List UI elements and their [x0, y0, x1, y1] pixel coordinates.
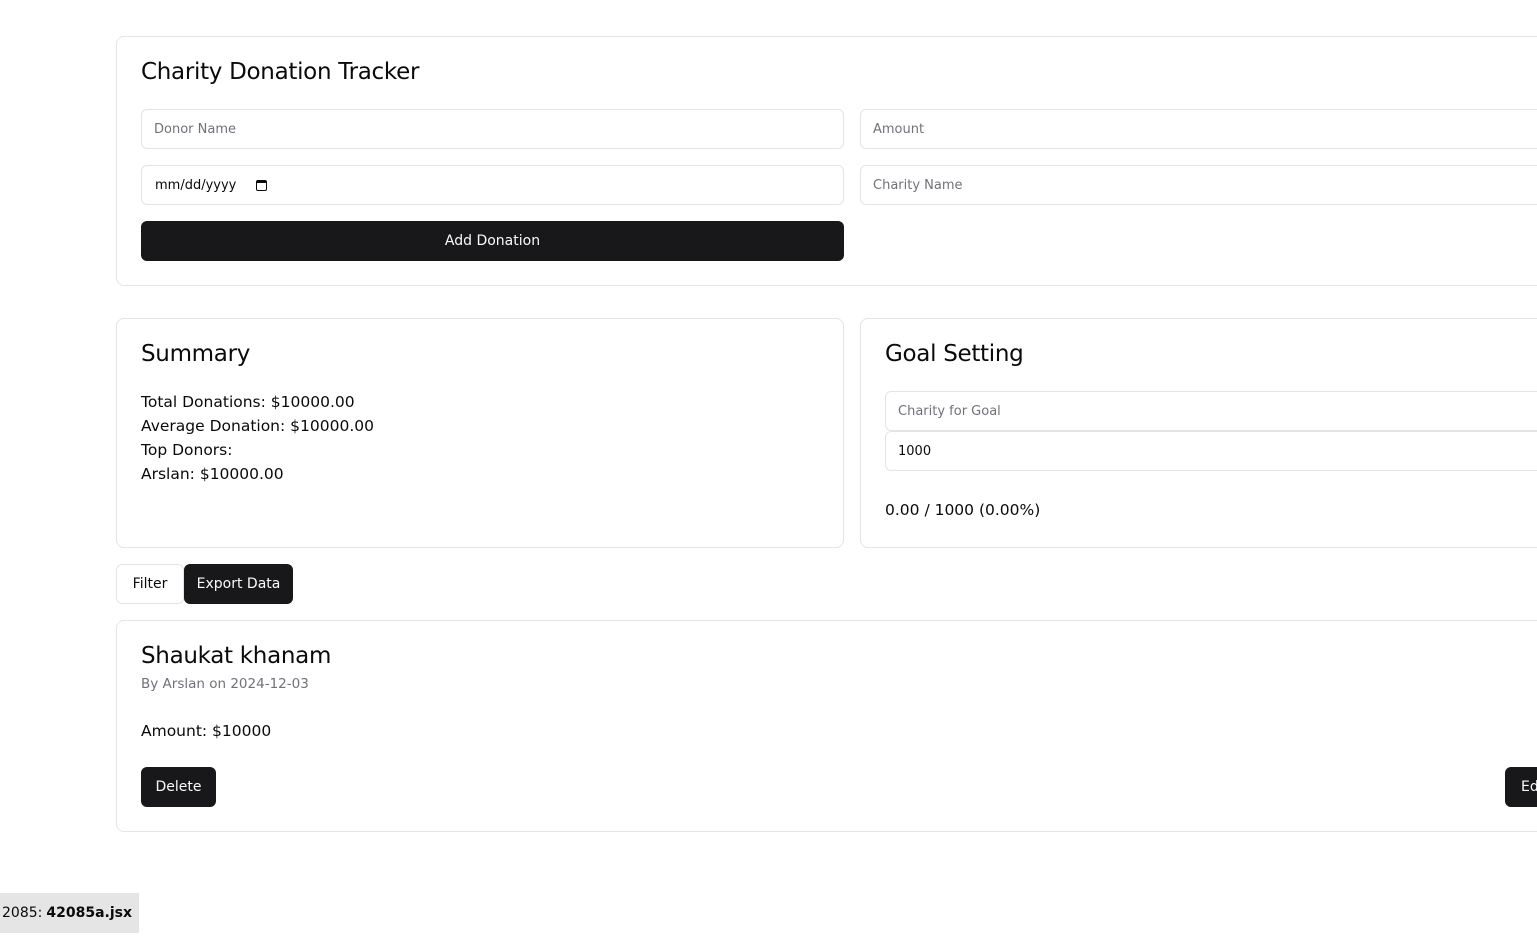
- file-badge: 2085: 42085a.jsx: [0, 893, 139, 933]
- top-donor-item: Arslan: $10000.00: [141, 465, 284, 483]
- export-data-button[interactable]: Export Data: [184, 564, 293, 604]
- file-badge-prefix: 2085:: [2, 905, 43, 921]
- goal-amount-input[interactable]: [885, 431, 1537, 471]
- goal-charity-input[interactable]: [885, 391, 1537, 431]
- donation-meta: By Arslan on 2024-12-03: [141, 676, 309, 692]
- filter-button[interactable]: Filter: [116, 564, 184, 604]
- file-badge-filename: 42085a.jsx: [46, 905, 132, 921]
- summary-card: Summary Total Donations: $10000.00 Avera…: [116, 318, 844, 548]
- add-donation-button[interactable]: Add Donation: [141, 221, 844, 261]
- edit-button[interactable]: Edit: [1505, 767, 1537, 807]
- donor-name-input[interactable]: [141, 109, 844, 149]
- date-input[interactable]: mm/dd/yyyy: [141, 165, 844, 205]
- donation-form-card: Charity Donation Tracker mm/dd/yyyy Add …: [116, 36, 1537, 286]
- page-title: Charity Donation Tracker: [141, 59, 420, 85]
- goal-progress-text: 0.00 / 1000 (0.00%): [885, 501, 1041, 519]
- total-donations: Total Donations: $10000.00: [141, 393, 355, 411]
- amount-input[interactable]: [860, 109, 1537, 149]
- average-donation: Average Donation: $10000.00: [141, 417, 374, 435]
- donation-amount: Amount: $10000: [141, 722, 272, 740]
- goal-setting-card: Goal Setting 0.00 / 1000 (0.00%): [860, 318, 1537, 548]
- summary-title: Summary: [141, 341, 251, 367]
- charity-name-input[interactable]: [860, 165, 1537, 205]
- donation-charity-title: Shaukat khanam: [141, 643, 332, 669]
- calendar-icon[interactable]: [256, 179, 268, 191]
- goal-setting-title: Goal Setting: [885, 341, 1024, 367]
- top-donors-label: Top Donors:: [141, 441, 233, 459]
- delete-button[interactable]: Delete: [141, 767, 216, 807]
- donation-card: Shaukat khanam By Arslan on 2024-12-03 A…: [116, 620, 1537, 832]
- date-placeholder: mm/dd/yyyy: [155, 177, 237, 193]
